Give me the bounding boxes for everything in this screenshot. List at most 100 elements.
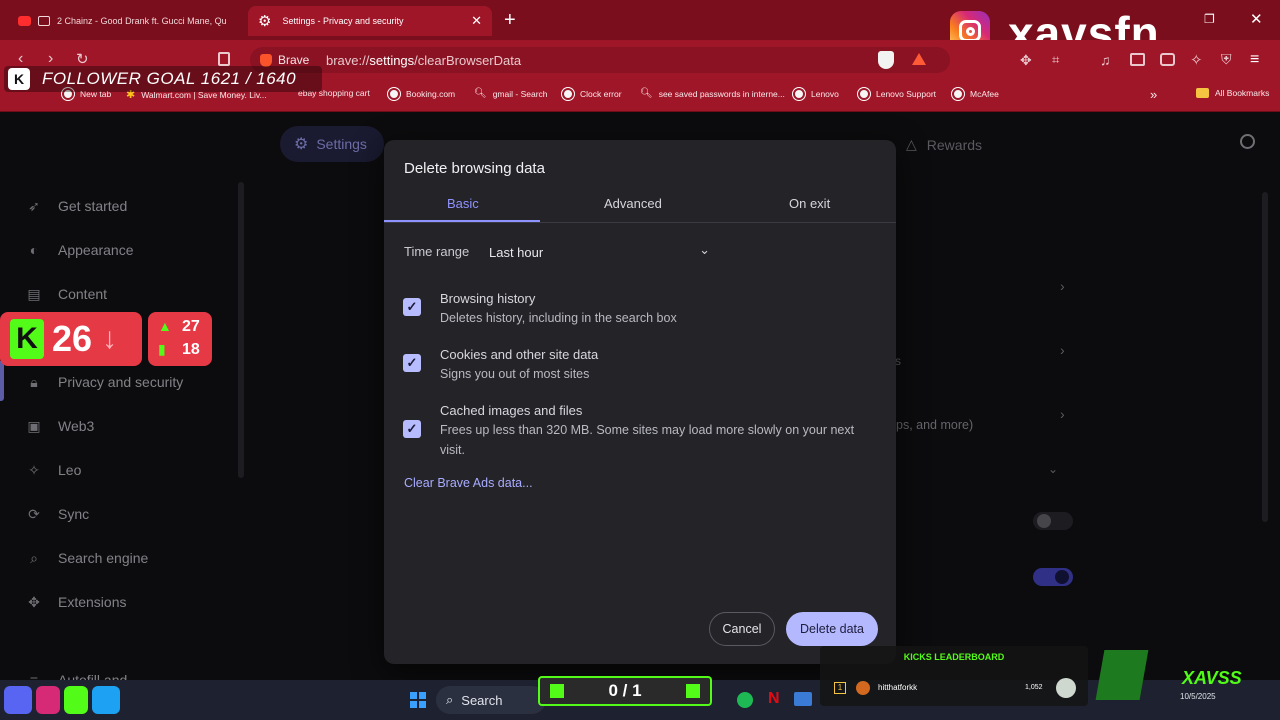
leaderboard-user: hitthatforkk: [878, 683, 918, 692]
site-chip[interactable]: Brave: [260, 53, 309, 67]
music-icon[interactable]: ♫: [1100, 52, 1111, 68]
windows-start-icon[interactable]: [410, 692, 426, 708]
cookies-desc: Signs you out of most sites: [440, 367, 590, 381]
up-triangle-icon: ▲: [158, 318, 172, 334]
menu-icon[interactable]: ≡: [1250, 51, 1259, 69]
close-tab-icon[interactable]: ✕: [471, 13, 482, 29]
logo-mark: [1095, 650, 1149, 700]
url-path: /clearBrowserData: [414, 52, 522, 68]
bookmark-gmail[interactable]: 🔍︎ gmail - Search: [474, 88, 548, 99]
bars-icon: ▮: [158, 341, 166, 357]
stats-widget: ▲ 27 ▮ 18: [148, 312, 212, 366]
search-icon: 🔍︎: [640, 88, 653, 99]
new-tab-button[interactable]: +: [504, 9, 516, 32]
center-counter: 0 / 1: [608, 681, 642, 700]
app-icon[interactable]: [794, 692, 812, 706]
brave-lion-icon: [260, 53, 272, 67]
logo-text: XAVSS: [1182, 668, 1242, 688]
kick-k-icon: K: [10, 319, 44, 359]
screenshot-icon[interactable]: ⌗: [1052, 52, 1059, 68]
browsing-history-label: Browsing history: [440, 291, 536, 306]
kick-counter-widget: K 26 ↓: [0, 312, 142, 366]
clear-ads-data-link[interactable]: Clear Brave Ads data...: [404, 476, 533, 490]
cookies-label: Cookies and other site data: [440, 347, 599, 362]
time-range-select[interactable]: Last hour ⌄: [484, 238, 718, 266]
bookmark-clock-error[interactable]: Clock error: [562, 88, 622, 100]
globe-icon: [388, 88, 400, 100]
down-arrow-icon: ↓: [102, 322, 117, 355]
checkmark-icon: ✓: [406, 421, 418, 436]
spotify-icon[interactable]: [737, 692, 753, 708]
more-bookmarks-icon[interactable]: »: [1150, 87, 1157, 102]
stat-up-value: 27: [182, 318, 200, 335]
cached-images-label: Cached images and files: [440, 403, 583, 418]
twitter-icon: [92, 686, 120, 714]
cancel-button[interactable]: Cancel: [709, 612, 775, 646]
url-scheme: brave://: [326, 52, 370, 68]
url-host: settings: [369, 52, 415, 68]
discord-icon: [4, 686, 32, 714]
tab-advanced[interactable]: Advanced: [604, 196, 662, 211]
close-window-button[interactable]: ✕: [1250, 10, 1263, 28]
vpn-icon[interactable]: ⛨: [1221, 51, 1232, 68]
user-avatar: [856, 681, 870, 695]
cached-images-desc: Frees up less than 320 MB. Some sites ma…: [440, 423, 855, 457]
globe-icon: [858, 88, 870, 100]
gift-icon: [686, 684, 700, 698]
center-counter-widget: 0 / 1: [538, 676, 712, 706]
globe-icon: [562, 88, 574, 100]
checkmark-icon: ✓: [406, 299, 418, 314]
tab-divider: [384, 222, 896, 223]
tab-settings[interactable]: ⚙ Settings - Privacy and security ✕: [248, 6, 492, 36]
netflix-icon[interactable]: N: [768, 690, 780, 708]
youtube-icon: [18, 16, 32, 26]
bookmark-lenovo[interactable]: Lenovo: [793, 88, 839, 100]
delete-data-button[interactable]: Delete data: [786, 612, 878, 646]
social-icons: [4, 686, 124, 716]
bookmark-mcafee[interactable]: McAfee: [952, 88, 999, 100]
globe-icon: [952, 88, 964, 100]
kick-count: 26: [52, 318, 93, 359]
time-range-value: Last hour: [489, 244, 544, 260]
brave-rewards-icon[interactable]: [912, 53, 926, 65]
wallet-icon[interactable]: [1160, 53, 1175, 66]
kick-logo-icon: K: [8, 68, 30, 90]
leaderboard-rank: 1: [834, 682, 846, 694]
chevron-down-icon: ⌄: [699, 242, 710, 257]
instagram-small-icon: [36, 686, 60, 714]
tab-basic[interactable]: Basic: [447, 196, 479, 211]
dialog-title: Delete browsing data: [404, 160, 545, 177]
gift-icon: [550, 684, 564, 698]
globe-icon: [793, 88, 805, 100]
kicks-leaderboard: KICKS LEADERBOARD 1 hitthatforkk 1,052: [820, 646, 1088, 706]
kick-small-icon: [64, 686, 88, 714]
browsing-history-desc: Deletes history, including in the search…: [440, 311, 677, 325]
follower-goal-bar: K FOLLOWER GOAL 1621 / 1640: [4, 66, 322, 92]
extensions-icon[interactable]: ✥: [1020, 52, 1032, 69]
all-bookmarks[interactable]: All Bookmarks: [1196, 88, 1269, 98]
taskbar-search[interactable]: ⌕ Search: [436, 686, 546, 714]
bookmark-passwords[interactable]: 🔍︎ see saved passwords in interne...: [640, 88, 785, 99]
restore-button[interactable]: ❐: [1204, 12, 1215, 26]
bookmark-booking[interactable]: Booking.com: [388, 88, 455, 100]
time-range-label: Time range: [404, 244, 470, 259]
sidebar-icon[interactable]: [1130, 53, 1145, 66]
media-icon: [38, 16, 51, 26]
search-icon: ⌕: [446, 692, 454, 707]
cached-images-checkbox[interactable]: ✓: [403, 420, 421, 438]
browsing-history-checkbox[interactable]: ✓: [403, 298, 421, 316]
tab-title: 2 Chainz - Good Drank ft. Gucci Mane, Qu…: [57, 16, 226, 26]
delete-browsing-data-dialog: Delete browsing data Basic Advanced On e…: [384, 140, 896, 664]
checkmark-icon: ✓: [406, 355, 418, 370]
bookmark-icon[interactable]: [218, 52, 230, 66]
leo-ai-icon[interactable]: ✧: [1190, 51, 1203, 69]
tab-youtube[interactable]: 2 Chainz - Good Drank ft. Gucci Mane, Qu…: [8, 6, 236, 36]
bookmark-lenovo-support[interactable]: Lenovo Support: [858, 88, 936, 100]
stat-bars-value: 18: [182, 341, 200, 358]
follower-goal-text: FOLLOWER GOAL 1621 / 1640: [42, 69, 297, 88]
brave-shields-icon[interactable]: [878, 51, 894, 69]
cookies-checkbox[interactable]: ✓: [403, 354, 421, 372]
skull-icon: [1056, 678, 1076, 698]
address-bar[interactable]: Brave brave://settings/clearBrowserData: [250, 47, 950, 73]
tab-on-exit[interactable]: On exit: [789, 196, 830, 211]
